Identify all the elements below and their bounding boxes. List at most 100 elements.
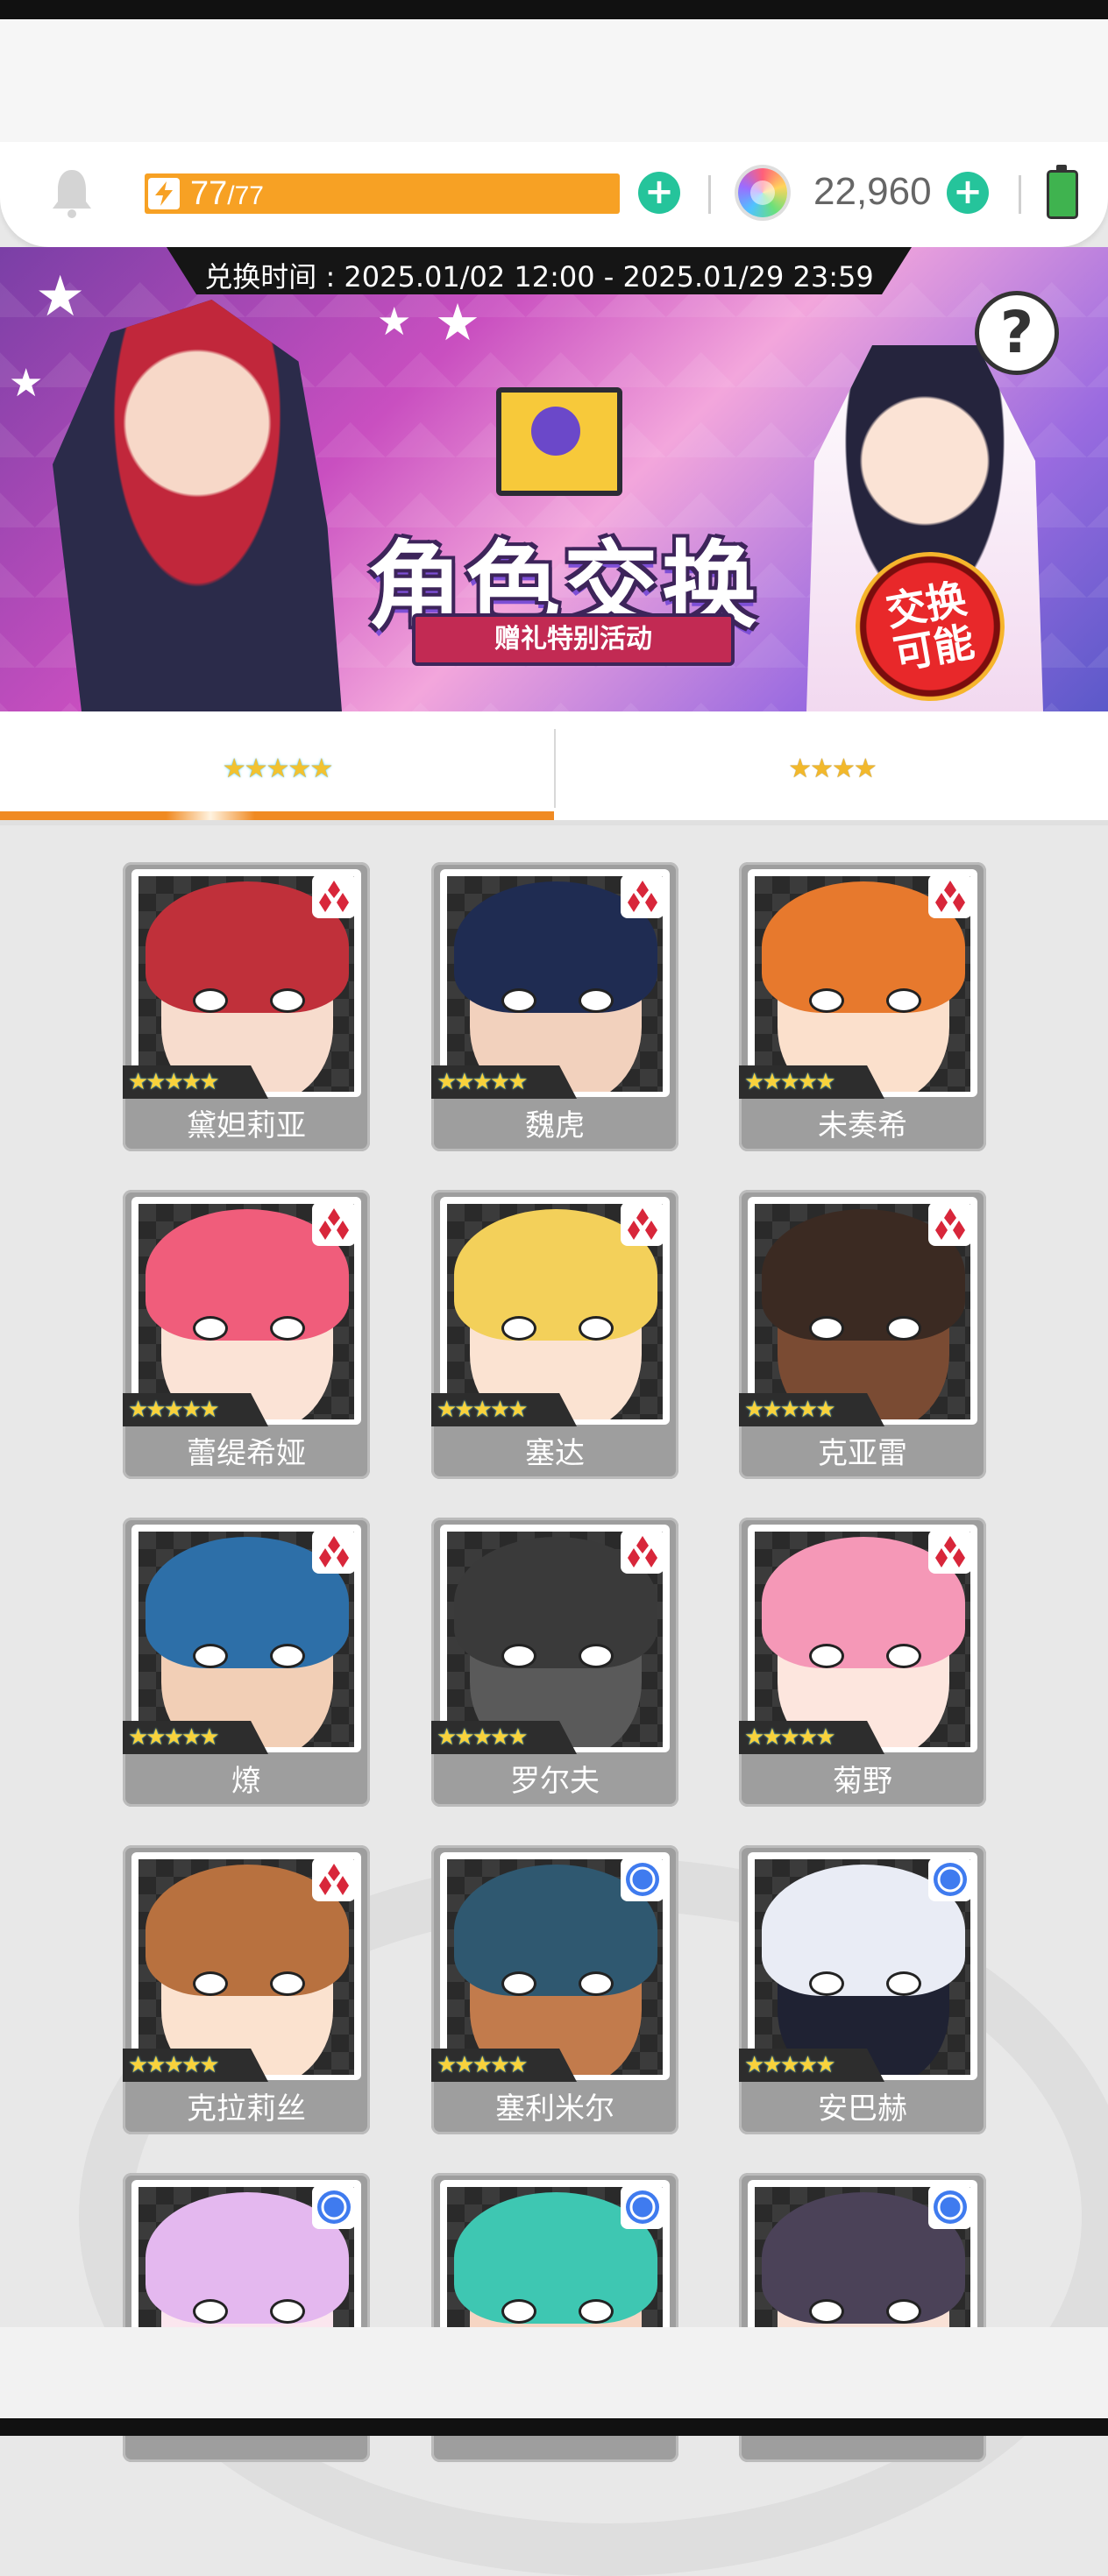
stamina-bar: 77/77 xyxy=(145,173,620,214)
portrait-frame xyxy=(748,1197,977,1425)
portrait-eye xyxy=(809,1971,844,1996)
tab-four-star[interactable]: ★★★★ xyxy=(555,711,1108,825)
portrait-frame xyxy=(748,1852,977,2080)
diamond-type-icon xyxy=(312,1530,356,1574)
banner-subtitle: 赠礼特别活动 xyxy=(412,613,735,666)
rarity-stars-label: ★★★★★ xyxy=(744,1069,836,1095)
header-space xyxy=(0,19,1108,142)
character-name: 罗尔夫 xyxy=(510,1764,600,1799)
portrait-eye xyxy=(886,1971,921,1996)
circle-type-icon xyxy=(928,2185,972,2229)
gem-icon xyxy=(738,168,787,217)
portrait-frame xyxy=(440,1525,670,1752)
character-card[interactable]: ★★★★★ 塞利米尔 xyxy=(431,1845,678,2134)
portrait-eye xyxy=(501,1971,536,1996)
portrait-eye xyxy=(886,2299,921,2324)
rarity-stars-label: ★★★★★ xyxy=(744,1397,836,1423)
circle-type-icon xyxy=(928,1858,972,1901)
exchange-period: 兑换时间 : 2025.01/02 12:00 - 2025.01/29 23:… xyxy=(204,260,874,294)
diamond-type-icon xyxy=(928,874,972,918)
portrait-eye xyxy=(579,1316,614,1341)
status-bar xyxy=(0,0,1108,19)
gem-count: 22,960 xyxy=(813,170,932,213)
character-card[interactable]: ★★★★★ 魏虎 xyxy=(431,862,678,1151)
portrait-eye xyxy=(501,1644,536,1668)
character-card[interactable]: ★★★★★ 克拉莉丝 xyxy=(123,1845,370,2134)
star-decoration: ★ xyxy=(435,293,480,352)
diamond-type-icon xyxy=(312,874,356,918)
rarity-stars-label: ★★★★★ xyxy=(437,1724,529,1751)
battery-icon[interactable] xyxy=(1047,165,1078,219)
tab-five-star[interactable]: ★★★★★ xyxy=(0,711,554,825)
character-card[interactable]: ★★★★★ 安巴赫 xyxy=(739,1845,986,2134)
diamond-type-icon xyxy=(621,1202,664,1246)
diamond-type-icon xyxy=(621,1530,664,1574)
portrait-frame xyxy=(131,1197,361,1425)
bottom-bar xyxy=(0,2327,1108,2418)
character-name: 燎 xyxy=(231,1764,261,1799)
tabs-bottom-line xyxy=(0,820,1108,825)
envelope-icon xyxy=(496,387,622,496)
character-name: 魏虎 xyxy=(525,1108,585,1143)
portrait-eye xyxy=(193,1644,228,1668)
add-stamina-button[interactable]: + xyxy=(638,172,680,214)
stamina-value: 77/77 xyxy=(190,177,264,213)
divider xyxy=(1019,175,1021,214)
star-decoration: ★ xyxy=(9,361,44,406)
portrait-eye xyxy=(886,1316,921,1341)
portrait-eye xyxy=(886,1644,921,1668)
character-name: 菊野 xyxy=(833,1764,892,1799)
character-card[interactable]: ★★★★★ 燎 xyxy=(123,1518,370,1807)
portrait-eye xyxy=(809,1316,844,1341)
rarity-stars: ★★★★★ xyxy=(739,1721,884,1754)
character-name: 克拉莉丝 xyxy=(187,2091,306,2127)
rarity-tabs: ★★★★★ ★★★★ xyxy=(0,711,1108,825)
rarity-stars: ★★★★★ xyxy=(123,1721,268,1754)
star-decoration: ★ xyxy=(35,265,86,329)
stamina-current: 77 xyxy=(190,175,228,212)
tab-four-star-label: ★★★★ xyxy=(788,753,877,784)
portrait-eye xyxy=(809,988,844,1013)
circle-type-icon xyxy=(621,1858,664,1901)
rarity-stars-label: ★★★★★ xyxy=(437,1069,529,1095)
help-button[interactable]: ? xyxy=(975,291,1059,375)
character-card[interactable]: ★★★★★ 克亚雷 xyxy=(739,1190,986,1479)
character-name: 塞达 xyxy=(525,1436,585,1471)
character-card[interactable]: ★★★★★ 罗尔夫 xyxy=(431,1518,678,1807)
tab-five-star-label: ★★★★★ xyxy=(222,753,333,784)
rarity-stars: ★★★★★ xyxy=(739,1065,884,1099)
portrait-frame xyxy=(131,1525,361,1752)
resource-bar: 77/77 + 22,960 + xyxy=(0,142,1108,247)
rarity-stars: ★★★★★ xyxy=(739,1393,884,1426)
rarity-stars-label: ★★★★★ xyxy=(128,1397,220,1423)
lightning-icon xyxy=(148,178,180,209)
character-card[interactable]: ★★★★★ 黛妲莉亚 xyxy=(123,862,370,1151)
bell-icon[interactable] xyxy=(49,166,95,219)
portrait-frame xyxy=(440,869,670,1097)
stamina-max: /77 xyxy=(227,181,264,210)
portrait-eye xyxy=(270,2299,305,2324)
portrait-eye xyxy=(501,2299,536,2324)
diamond-type-icon xyxy=(621,874,664,918)
portrait-eye xyxy=(886,988,921,1013)
circle-type-icon xyxy=(312,2185,356,2229)
portrait-eye xyxy=(579,1644,614,1668)
character-name: 未奏希 xyxy=(818,1108,907,1143)
portrait-eye xyxy=(579,988,614,1013)
character-card[interactable]: ★★★★★ 塞达 xyxy=(431,1190,678,1479)
character-card[interactable]: ★★★★★ 蕾缇希娅 xyxy=(123,1190,370,1479)
active-tab-indicator xyxy=(0,811,554,820)
character-card[interactable]: ★★★★★ 未奏希 xyxy=(739,862,986,1151)
add-gem-button[interactable]: + xyxy=(947,172,989,214)
diamond-type-icon xyxy=(928,1530,972,1574)
portrait-eye xyxy=(270,1644,305,1668)
portrait-eye xyxy=(579,1971,614,1996)
diamond-type-icon xyxy=(312,1858,356,1901)
rarity-stars: ★★★★★ xyxy=(123,2049,268,2082)
portrait-eye xyxy=(270,988,305,1013)
star-decoration: ★ xyxy=(377,300,412,344)
character-card[interactable]: ★★★★★ 菊野 xyxy=(739,1518,986,1807)
portrait-eye xyxy=(270,1971,305,1996)
portrait-eye xyxy=(501,1316,536,1341)
portrait-frame xyxy=(440,1197,670,1425)
